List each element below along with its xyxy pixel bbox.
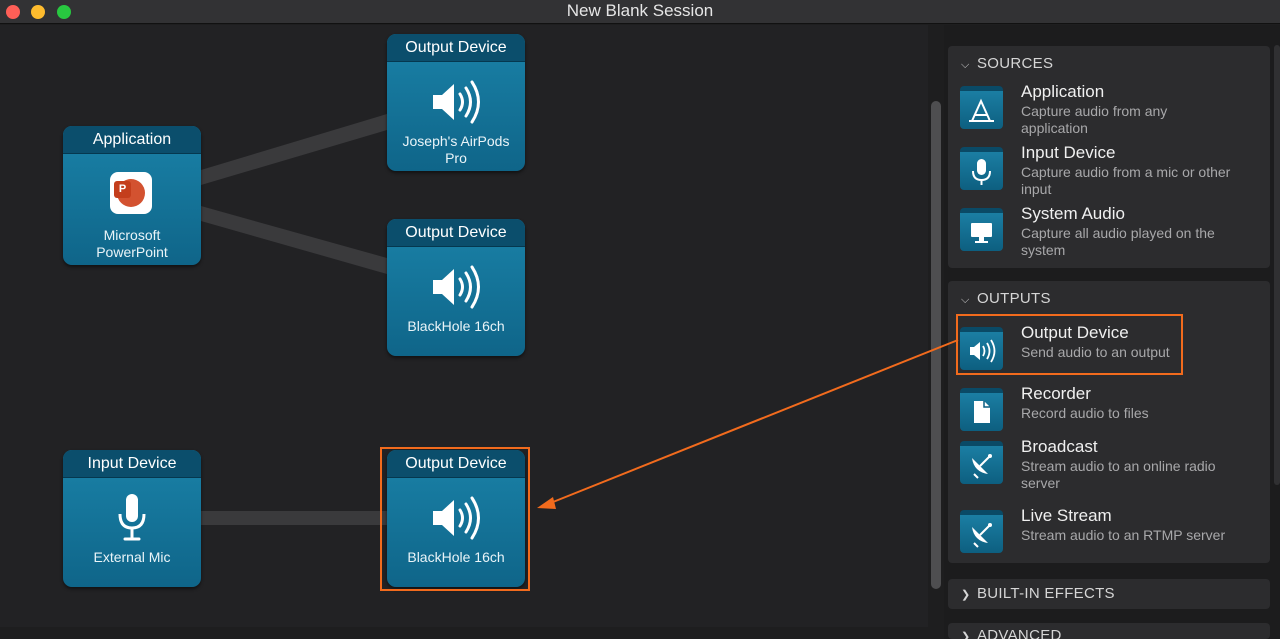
app-window: New Blank Session Application P Microsof… (0, 0, 1280, 639)
annotation-arrow (537, 339, 959, 509)
